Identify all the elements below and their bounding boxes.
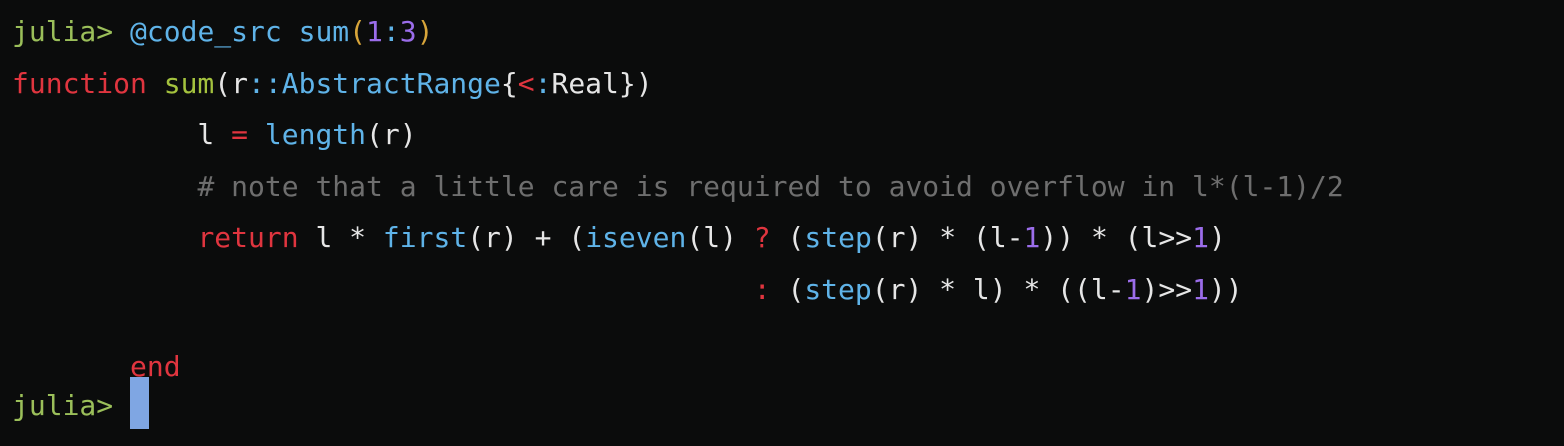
code-token: iseven	[585, 221, 687, 255]
input-prompt-line: julia>	[12, 376, 1564, 429]
code-token: :	[382, 15, 400, 48]
output-line: end	[12, 349, 1564, 383]
code-token: )>>	[1141, 272, 1193, 306]
code-token: step	[804, 272, 872, 306]
code-token: @code_src	[130, 15, 282, 48]
repl-prompt: julia>	[12, 15, 131, 48]
code-token: # note that a little care is required to…	[197, 169, 1344, 203]
code-token: :	[753, 272, 771, 306]
code-token: 1	[1023, 221, 1041, 255]
code-token: <	[517, 66, 535, 100]
output-line: julia> @code_src sum(1:3)	[12, 14, 1564, 66]
code-token: )	[416, 15, 434, 48]
code-token: sum	[163, 66, 215, 100]
code-token: (r)	[366, 118, 417, 152]
output-line: return l * first(r) + (iseven(l) ? (step…	[12, 220, 1564, 272]
code-token: AbstractRange	[281, 66, 501, 100]
code-token: step	[804, 221, 872, 255]
code-token: (	[349, 15, 367, 48]
code-token: Real	[551, 66, 619, 100]
code-token: function	[12, 66, 147, 100]
code-token: ?	[753, 221, 771, 255]
code-token: l	[12, 118, 232, 152]
text-cursor[interactable]	[130, 376, 150, 429]
output-line: function sum(r::AbstractRange{<:Real})	[12, 66, 1564, 118]
code-token: 1	[1192, 221, 1209, 255]
code-token: 1	[1192, 272, 1209, 306]
code-token: 1	[1124, 272, 1142, 306]
code-token: return	[197, 221, 299, 255]
code-token: (r) + (	[467, 221, 586, 255]
code-token: (	[770, 221, 805, 255]
code-token: length	[264, 118, 367, 152]
code-token: :	[534, 66, 552, 100]
output-line: # note that a little care is required to…	[12, 169, 1564, 221]
julia-repl-terminal[interactable]: julia> @code_src sum(1:3) function sum(r:…	[0, 0, 1564, 446]
code-token: sum	[298, 15, 350, 48]
code-token: )	[1208, 221, 1226, 255]
code-token: })	[618, 66, 653, 100]
code-token: (r) * (l-	[871, 221, 1024, 255]
code-token: ::	[248, 66, 282, 100]
code-token: l *	[298, 221, 383, 255]
code-token: (	[770, 272, 805, 306]
code-token: (l)	[686, 221, 754, 255]
code-token: (r) * l) * ((l-	[871, 272, 1125, 306]
code-token: )) * (l>>	[1040, 221, 1193, 255]
code-token: first	[382, 221, 468, 255]
code-token: (r	[214, 66, 249, 100]
code-token: =	[231, 118, 249, 152]
output-line: l = length(r)	[12, 117, 1564, 169]
output-line: : (step(r) * l) * ((l-1)>>1))	[12, 272, 1564, 324]
code-token: ))	[1208, 272, 1243, 306]
code-token: {	[500, 66, 518, 100]
repl-prompt: julia>	[12, 388, 131, 422]
code-token: 3	[399, 15, 417, 48]
code-token: 1	[366, 15, 383, 48]
